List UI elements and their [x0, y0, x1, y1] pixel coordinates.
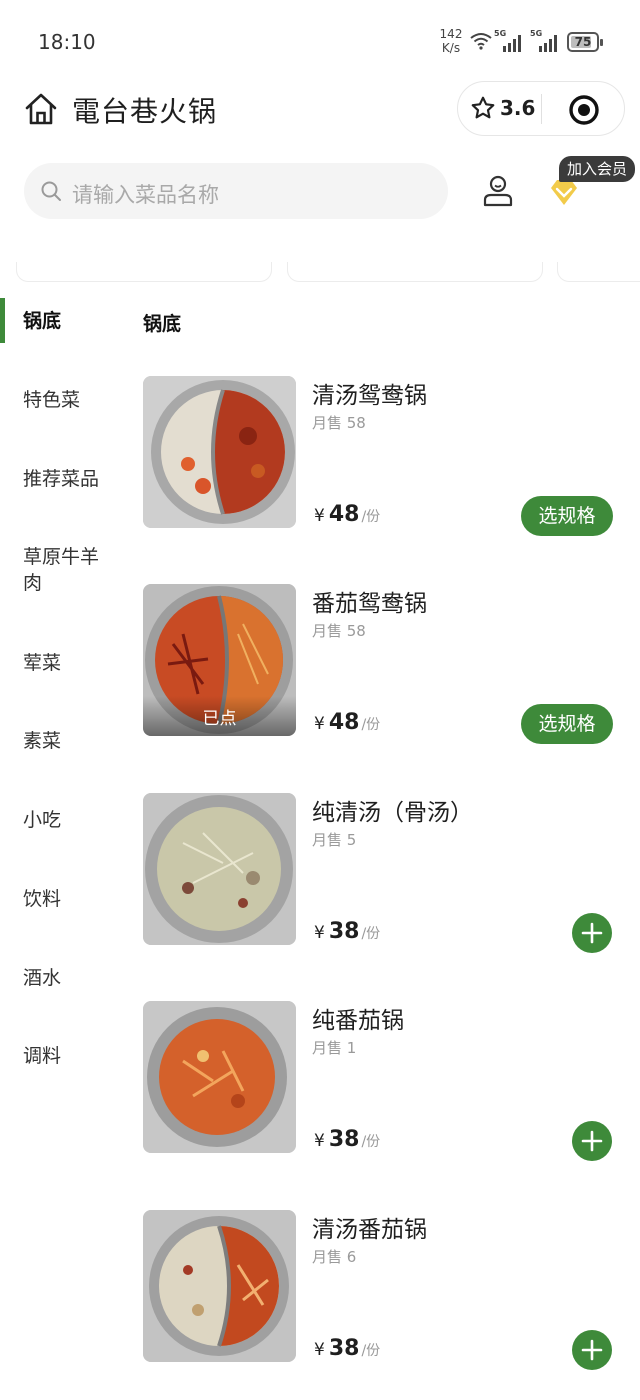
plus-icon: [581, 922, 603, 944]
promo-card[interactable]: [16, 262, 272, 282]
mini-program-capsule: 3.6: [457, 81, 625, 136]
dish-price: ¥ 38 /份: [314, 1127, 381, 1152]
dish-item[interactable]: 清汤番茄锅 月售 6 ¥ 38 /份: [143, 1210, 623, 1370]
dish-monthly-sales: 月售 58: [312, 414, 366, 432]
sidebar-item-meat[interactable]: 荤菜: [23, 650, 123, 676]
dish-monthly-sales: 月售 6: [312, 1248, 357, 1266]
dish-item[interactable]: 纯清汤（骨汤） 月售 5 ¥ 38 /份: [143, 793, 623, 953]
add-to-cart-button[interactable]: [572, 1121, 612, 1161]
sidebar-active-indicator: [0, 298, 5, 343]
sidebar-item-recommended[interactable]: 推荐菜品: [23, 466, 123, 492]
dish-image[interactable]: [143, 1001, 296, 1153]
search-placeholder: 请输入菜品名称: [72, 183, 219, 207]
status-bar: 18:10 142 K/s 5G 5G 75: [0, 0, 640, 80]
sidebar-item-condiments[interactable]: 调料: [23, 1043, 123, 1069]
dish-name: 纯清汤（骨汤）: [312, 800, 473, 826]
dish-price: ¥ 48 /份: [314, 710, 381, 735]
plus-icon: [581, 1130, 603, 1152]
target-icon[interactable]: [568, 94, 600, 126]
dish-price: ¥ 38 /份: [314, 1336, 381, 1361]
capsule-divider: [541, 94, 542, 124]
battery-icon: 75: [567, 32, 603, 52]
plus-icon: [581, 1339, 603, 1361]
search-input[interactable]: 请输入菜品名称: [24, 163, 448, 219]
dish-monthly-sales: 月售 1: [312, 1039, 357, 1057]
dish-monthly-sales: 月售 5: [312, 831, 357, 849]
dish-price: ¥ 48 /份: [314, 502, 381, 527]
ordered-tag: 已点: [143, 696, 296, 736]
sidebar-item-snacks[interactable]: 小吃: [23, 807, 123, 833]
network-speed: 142 K/s: [439, 27, 463, 55]
sidebar-item-drinks[interactable]: 饮料: [23, 886, 123, 912]
add-to-cart-button[interactable]: [572, 1330, 612, 1370]
dish-name: 纯番茄锅: [312, 1008, 404, 1034]
sidebar-item-liquor[interactable]: 酒水: [23, 965, 123, 991]
section-title: 锅底: [143, 313, 182, 335]
status-time: 18:10: [38, 30, 96, 54]
dish-name: 番茄鸳鸯锅: [312, 591, 427, 617]
dish-image[interactable]: [143, 376, 296, 528]
select-spec-button[interactable]: 选规格: [521, 704, 613, 744]
sidebar-item-vegetables[interactable]: 素菜: [23, 728, 123, 754]
promo-card[interactable]: [557, 262, 640, 282]
dish-image[interactable]: [143, 793, 296, 945]
user-icon[interactable]: [481, 174, 515, 208]
dish-name: 清汤鸳鸯锅: [312, 383, 427, 409]
sidebar-item-beef-lamb[interactable]: 草原牛羊肉: [23, 544, 105, 596]
store-title: 電台巷火锅: [72, 95, 218, 128]
select-spec-button[interactable]: 选规格: [521, 496, 613, 536]
dish-image[interactable]: [143, 1210, 296, 1362]
dish-item[interactable]: 纯番茄锅 月售 1 ¥ 38 /份: [143, 1001, 623, 1161]
sidebar-item-special[interactable]: 特色菜: [23, 387, 123, 413]
home-icon[interactable]: [24, 92, 58, 126]
wifi-icon: [470, 33, 492, 50]
dish-monthly-sales: 月售 58: [312, 622, 366, 640]
sidebar-item-pot-base[interactable]: 锅底: [23, 308, 123, 334]
promo-card[interactable]: [287, 262, 543, 282]
join-member-badge[interactable]: 加入会员: [559, 156, 636, 182]
rating-value: 3.6: [500, 96, 536, 120]
add-to-cart-button[interactable]: [572, 913, 612, 953]
dish-item[interactable]: 已点 番茄鸳鸯锅 月售 58 ¥ 48 /份 选规格: [143, 584, 623, 744]
rating-button[interactable]: 3.6: [470, 95, 535, 121]
dish-name: 清汤番茄锅: [312, 1217, 427, 1243]
star-icon: [471, 96, 495, 119]
dish-price: ¥ 38 /份: [314, 919, 381, 944]
search-icon: [41, 181, 61, 201]
dish-item[interactable]: 清汤鸳鸯锅 月售 58 ¥ 48 /份 选规格: [143, 376, 623, 536]
dish-image[interactable]: 已点: [143, 584, 296, 736]
